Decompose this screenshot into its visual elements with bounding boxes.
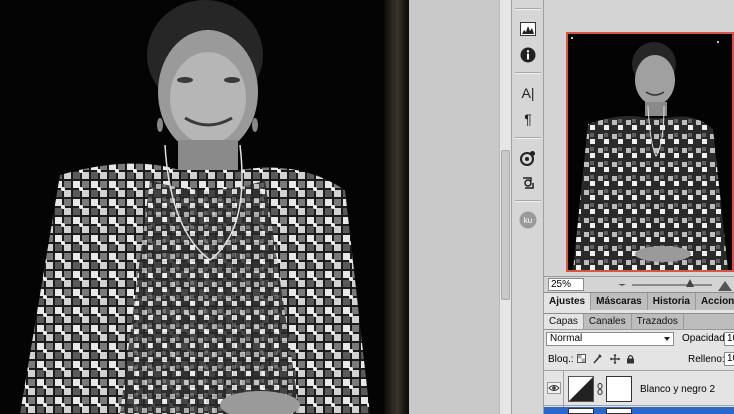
navigator-view-box[interactable]: [566, 32, 734, 272]
visibility-column-divider: [563, 371, 564, 407]
tool-presets-icon[interactable]: [517, 173, 539, 193]
selected-layer-row[interactable]: [544, 407, 734, 414]
zoom-slider[interactable]: [632, 284, 712, 286]
zoom-slider-knob[interactable]: [686, 279, 694, 287]
layer-mask-thumbnail: [606, 408, 632, 414]
photo-image: [0, 0, 384, 414]
layer-row[interactable]: Blanco y negro 2: [544, 370, 734, 407]
opacity-label: Opacidad:: [682, 333, 728, 344]
tab-canales[interactable]: Canales: [584, 314, 632, 329]
tab-ajustes[interactable]: Ajustes: [544, 293, 592, 310]
adjustments-tab-bar: Ajustes Máscaras Historia Acciones: [544, 292, 734, 310]
chevron-down-icon: [664, 337, 670, 341]
navigator-thumbnail: [568, 34, 732, 270]
histogram-icon[interactable]: [517, 19, 539, 39]
scrollbar-thumb[interactable]: [501, 150, 510, 300]
layer-mask-thumbnail[interactable]: [606, 376, 632, 402]
eye-icon[interactable]: [547, 382, 561, 394]
svg-text:ku: ku: [524, 216, 532, 225]
lock-pixels-icon[interactable]: [593, 354, 602, 364]
navigator-footer: 25%: [544, 276, 734, 292]
pasteboard: [409, 0, 499, 414]
info-icon[interactable]: [517, 45, 539, 65]
fill-label: Relleno:: [688, 354, 725, 365]
strip-divider: [515, 137, 541, 139]
opacity-field[interactable]: 100%: [724, 332, 734, 346]
tab-acciones[interactable]: Acciones: [696, 293, 734, 310]
black-white-adjustment-icon[interactable]: [568, 376, 594, 402]
lock-position-icon[interactable]: [610, 354, 620, 364]
strip-divider: [515, 72, 541, 74]
navigator-panel: 25%: [544, 0, 734, 292]
layer-thumbnail: [568, 408, 594, 414]
chain-link-icon[interactable]: [597, 383, 603, 395]
blend-mode-select[interactable]: Normal: [546, 332, 674, 346]
paragraph-icon[interactable]: ¶: [517, 109, 539, 129]
kuler-icon[interactable]: ku: [517, 210, 539, 230]
lock-label: Bloq.:: [548, 354, 574, 365]
strip-divider: [515, 200, 541, 202]
tab-historia[interactable]: Historia: [648, 293, 696, 310]
layer-name[interactable]: Blanco y negro 2: [640, 384, 715, 395]
tab-mascaras[interactable]: Máscaras: [591, 293, 648, 310]
lock-all-icon[interactable]: [626, 354, 635, 364]
document-scrollbar[interactable]: [499, 0, 511, 414]
zoom-in-icon[interactable]: [718, 279, 732, 291]
tab-trazados[interactable]: Trazados: [632, 314, 684, 329]
character-icon[interactable]: A|: [517, 83, 539, 103]
character-glyph: A|: [521, 85, 535, 101]
fill-field[interactable]: 100%: [724, 352, 734, 366]
wooden-door-frame: [384, 0, 409, 414]
strip-divider: [515, 8, 541, 10]
clone-source-icon[interactable]: [517, 148, 539, 168]
document-canvas[interactable]: [0, 0, 384, 414]
tab-capas[interactable]: Capas: [544, 314, 584, 329]
lock-transparency-icon[interactable]: [577, 354, 586, 364]
zoom-field[interactable]: 25%: [548, 278, 584, 291]
zoom-out-icon[interactable]: [618, 283, 626, 286]
panel-icon-strip: A| ¶ ku: [511, 0, 544, 414]
paragraph-glyph: ¶: [524, 111, 532, 127]
layers-tab-bar: Capas Canales Trazados: [544, 314, 734, 330]
blend-mode-value: Normal: [550, 333, 583, 344]
layers-panel: Normal Opacidad: 100% Bloq.: Relleno: 10…: [544, 330, 734, 414]
